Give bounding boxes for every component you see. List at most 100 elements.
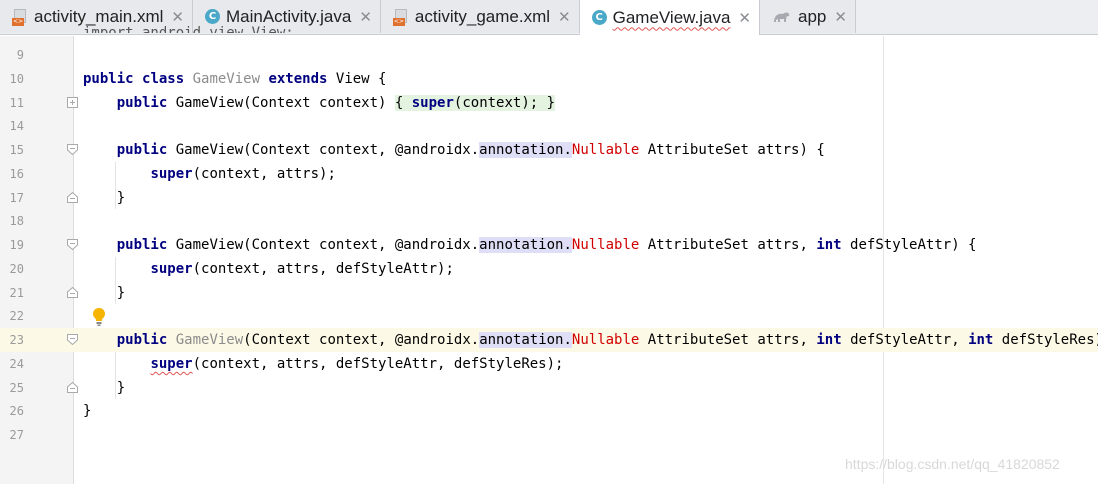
code-text: } xyxy=(83,281,125,305)
code-line[interactable]: 17 } xyxy=(0,186,1098,210)
code-text: super(context, attrs, defStyleAttr, defS… xyxy=(83,352,563,376)
code-token: AttributeSet attrs, xyxy=(647,332,817,348)
fold-collapse-icon[interactable] xyxy=(67,191,78,203)
line-number: 15 xyxy=(9,143,24,157)
code-token: Nullable xyxy=(571,237,648,253)
code-line[interactable]: 20 super(context, attrs, defStyleAttr); xyxy=(0,257,1098,281)
code-line[interactable]: 25 } xyxy=(0,376,1098,400)
code-line[interactable]: 10 public class GameView extends View { xyxy=(0,67,1098,91)
code-token: class xyxy=(142,70,193,87)
code-text: public class GameView extends View { xyxy=(83,67,386,91)
code-token: View { xyxy=(335,70,387,87)
code-token: annotation. xyxy=(479,142,572,158)
close-icon[interactable]: ✕ xyxy=(834,8,847,26)
code-line[interactable]: 26} xyxy=(0,399,1098,423)
line-number: 9 xyxy=(16,48,24,62)
code-token: public xyxy=(116,332,176,348)
fold-collapse-icon[interactable] xyxy=(67,239,78,250)
code-token: defStyleAttr) { xyxy=(850,237,977,253)
line-number: 19 xyxy=(9,238,24,252)
close-icon[interactable]: ✕ xyxy=(171,8,184,26)
code-token: } xyxy=(83,189,126,206)
code-line[interactable]: 15 public GameView(Context context, @and… xyxy=(0,138,1098,162)
code-line[interactable]: 22 xyxy=(0,304,1098,328)
xml-file-icon: <> xyxy=(392,8,409,26)
code-text: } xyxy=(83,399,91,423)
code-line[interactable]: 14 xyxy=(0,114,1098,138)
code-line[interactable]: 24 super(context, attrs, defStyleAttr, d… xyxy=(0,352,1098,376)
code-token: (Context context, @androidx. xyxy=(243,332,480,348)
close-icon[interactable]: ✕ xyxy=(738,9,751,27)
fold-collapse-icon[interactable] xyxy=(67,144,78,155)
line-number: 16 xyxy=(9,166,24,181)
code-token: int xyxy=(816,332,851,348)
lightbulb-icon[interactable] xyxy=(92,307,106,327)
code-text: super(context, attrs); xyxy=(83,162,336,186)
code-text: public GameView(Context context, @androi… xyxy=(83,328,1098,352)
code-line[interactable]: 18 xyxy=(0,209,1098,233)
line-number: 23 xyxy=(9,333,24,347)
tab-label: GameView.java xyxy=(612,7,731,27)
line-number: 11 xyxy=(9,95,24,110)
java-class-icon: C xyxy=(205,9,220,24)
code-token: super xyxy=(411,94,454,111)
line-number: 25 xyxy=(9,380,24,395)
code-token: } xyxy=(83,284,126,301)
xml-file-icon: <> xyxy=(12,8,28,26)
code-line[interactable]: 21 } xyxy=(0,281,1098,305)
code-token: super xyxy=(150,260,193,277)
code-text: public GameView(Context context) { super… xyxy=(83,91,556,115)
code-token: extends xyxy=(268,70,336,87)
fold-collapse-icon[interactable] xyxy=(67,286,78,298)
code-token: GameView(Context context) xyxy=(175,94,395,111)
gradle-icon xyxy=(774,12,790,22)
fold-collapse-icon[interactable] xyxy=(67,381,78,393)
code-token: public xyxy=(116,237,176,253)
line-number: 21 xyxy=(9,285,24,300)
close-icon[interactable]: ✕ xyxy=(359,8,372,26)
indent-guide xyxy=(115,161,116,210)
fold-expand-icon[interactable] xyxy=(67,96,78,108)
code-token: GameView(Context context, @androidx. xyxy=(175,237,480,253)
code-line[interactable]: 16 super(context, attrs); xyxy=(0,162,1098,186)
code-token: (context, attrs); xyxy=(192,165,336,182)
code-token: } xyxy=(83,379,126,396)
code-text: } xyxy=(83,376,125,400)
code-text: public GameView(Context context, @androi… xyxy=(83,138,825,162)
fold-collapse-icon[interactable] xyxy=(67,334,78,345)
line-number: 10 xyxy=(9,71,24,86)
code-token: annotation. xyxy=(479,332,572,348)
tab-label: app xyxy=(798,6,827,26)
tab-activity-game-xml[interactable]: <> activity_game.xml ✕ xyxy=(380,0,580,33)
line-number: 17 xyxy=(9,190,24,205)
close-icon[interactable]: ✕ xyxy=(558,8,571,26)
code-token: (context); xyxy=(453,94,547,111)
code-line[interactable]: 11 public GameView(Context context) { su… xyxy=(0,91,1098,115)
code-token: super xyxy=(150,355,193,372)
tab-label: MainActivity.java xyxy=(226,6,352,26)
code-token: GameView xyxy=(175,332,244,348)
tab-app-gradle[interactable]: app ✕ xyxy=(760,0,856,33)
code-token: GameView xyxy=(192,70,269,87)
code-text: public GameView(Context context, @androi… xyxy=(83,233,976,257)
line-number: 24 xyxy=(9,356,24,371)
code-line[interactable]: 27 xyxy=(0,423,1098,447)
tab-gameview-java[interactable]: C GameView.java ✕ xyxy=(579,0,760,35)
line-number: 22 xyxy=(9,309,24,324)
code-token: public xyxy=(83,70,143,87)
line-number: 27 xyxy=(9,428,24,442)
code-line[interactable]: 19 public GameView(Context context, @and… xyxy=(0,233,1098,257)
code-token: annotation. xyxy=(479,237,572,253)
code-line[interactable]: 23 public GameView(Context context, @and… xyxy=(0,328,1098,352)
code-line[interactable]: 9 xyxy=(0,43,1098,67)
code-token: (context, attrs, defStyleAttr, defStyleR… xyxy=(192,355,564,372)
line-number: 26 xyxy=(9,404,24,419)
code-token: (context, attrs, defStyleAttr); xyxy=(192,260,454,277)
code-token: public xyxy=(116,94,176,111)
code-line-partial: import android.view.View; xyxy=(83,26,294,33)
java-class-icon: C xyxy=(591,10,607,25)
code-token: public xyxy=(116,142,176,158)
